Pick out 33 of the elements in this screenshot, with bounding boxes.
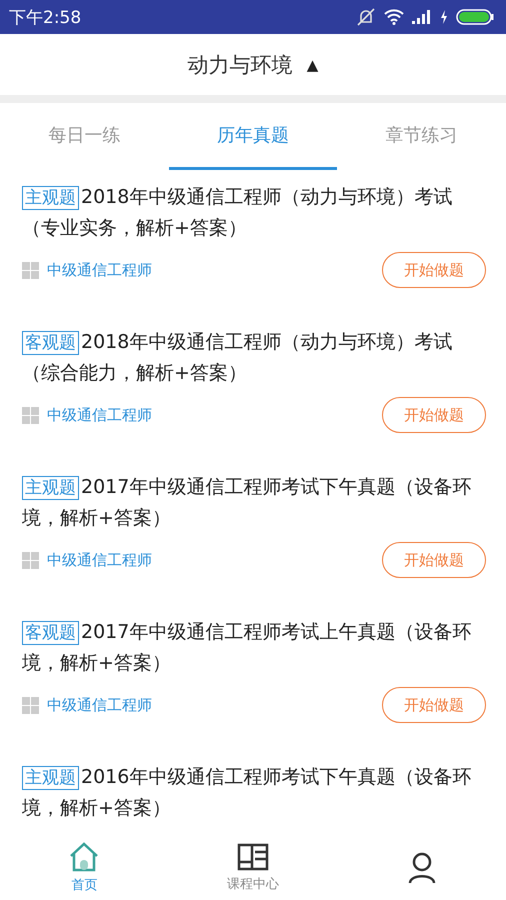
start-button[interactable]: 开始做题 [382,687,486,723]
book-icon [237,843,269,871]
start-button[interactable]: 开始做题 [382,397,486,433]
grid-icon [22,552,39,568]
home-icon [68,842,100,872]
tab[interactable]: 历年真题 [168,103,338,170]
header-title: 动力与环境 [188,52,293,78]
dropdown-arrow[interactable]: ▲ [306,56,318,74]
exam-title[interactable]: 客观题 2018年中级通信工程师（动力与环境）考试（综合能力，解析+答案） [22,327,486,389]
tab[interactable]: 章节练习 [337,103,506,170]
category-label: 中级通信工程师 [47,696,152,714]
grid-icon [22,262,39,278]
category-label: 中级通信工程师 [47,550,152,570]
nav-item[interactable]: 首页 [0,836,169,900]
exam-title[interactable]: 主观题 2016年中级通信工程师考试下午真题（设备环境，解析+答案） [22,762,486,824]
person-icon [406,852,437,884]
battery-icon [456,9,494,25]
start-button[interactable]: 开始做题 [382,252,486,288]
grid-icon [22,696,39,714]
charging-icon [440,10,448,24]
exam-title[interactable]: 主观题 2017年中级通信工程师考试下午真题（设备环境，解析+答案） [22,472,486,534]
start-button[interactable]: 开始做题 [382,542,486,578]
grid-icon [22,406,39,424]
status-time: 下午2:58 [9,6,82,28]
wifi-icon [384,9,404,25]
signal-icon [412,10,432,24]
category-label: 中级通信工程师 [47,406,152,424]
exam-title[interactable]: 客观题 2017年中级通信工程师考试上午真题（设备环境，解析+答案） [22,617,486,679]
tab[interactable]: 每日一练 [0,103,169,170]
nav-item[interactable]: 课程中心 [168,836,338,900]
category-label: 中级通信工程师 [47,260,152,280]
exam-title[interactable]: 主观题 2018年中级通信工程师（动力与环境）考试（专业实务，解析+答案） [22,182,486,244]
bell-off-icon [356,8,376,26]
